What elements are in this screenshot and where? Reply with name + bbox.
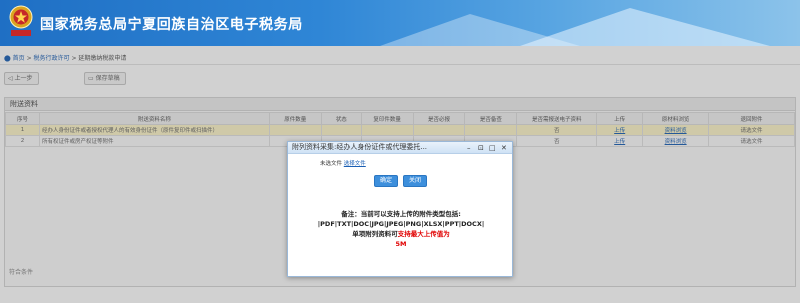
tax-bureau-emblem-icon	[7, 4, 35, 38]
close-button[interactable]: 关闭	[403, 175, 427, 187]
upload-dialog: 附列资料采集:经办人身份证件或代理委托... – ⊡ □ ✕ 未选文件 选择文件…	[287, 141, 513, 277]
restore-icon[interactable]: ⊡	[478, 143, 484, 153]
confirm-button[interactable]: 确定	[374, 175, 398, 187]
note-line: 单项附列资料可支持最大上传值为	[288, 229, 514, 239]
max-upload-size: 5M	[395, 240, 407, 248]
note-file-types: |PDF|TXT|DOC|JPG|JPEG|PNG|XLSX|PPT|DOCX|	[317, 220, 485, 228]
minimize-icon[interactable]: –	[467, 143, 471, 153]
choose-file-button[interactable]: 选择文件	[344, 161, 366, 167]
site-title: 国家税务总局宁夏回族自治区电子税务局	[40, 17, 303, 33]
file-chooser: 未选文件 选择文件	[320, 159, 366, 167]
close-icon[interactable]: ✕	[501, 143, 507, 153]
note-text: 单项附列资料可	[352, 230, 398, 238]
upload-note: 备注：当前可以支持上传的附件类型包括: |PDF|TXT|DOC|JPG|JPE…	[288, 209, 514, 249]
note-warning-text: 支持最大上传值为	[397, 230, 450, 238]
maximize-icon[interactable]: □	[489, 143, 496, 153]
header-mountain-decoration	[520, 8, 770, 46]
file-status-label: 未选文件	[320, 161, 343, 167]
site-header: 国家税务总局宁夏回族自治区电子税务局 首页 | 退出	[0, 0, 800, 46]
note-line: 备注：当前可以支持上传的附件类型包括:	[341, 210, 461, 218]
